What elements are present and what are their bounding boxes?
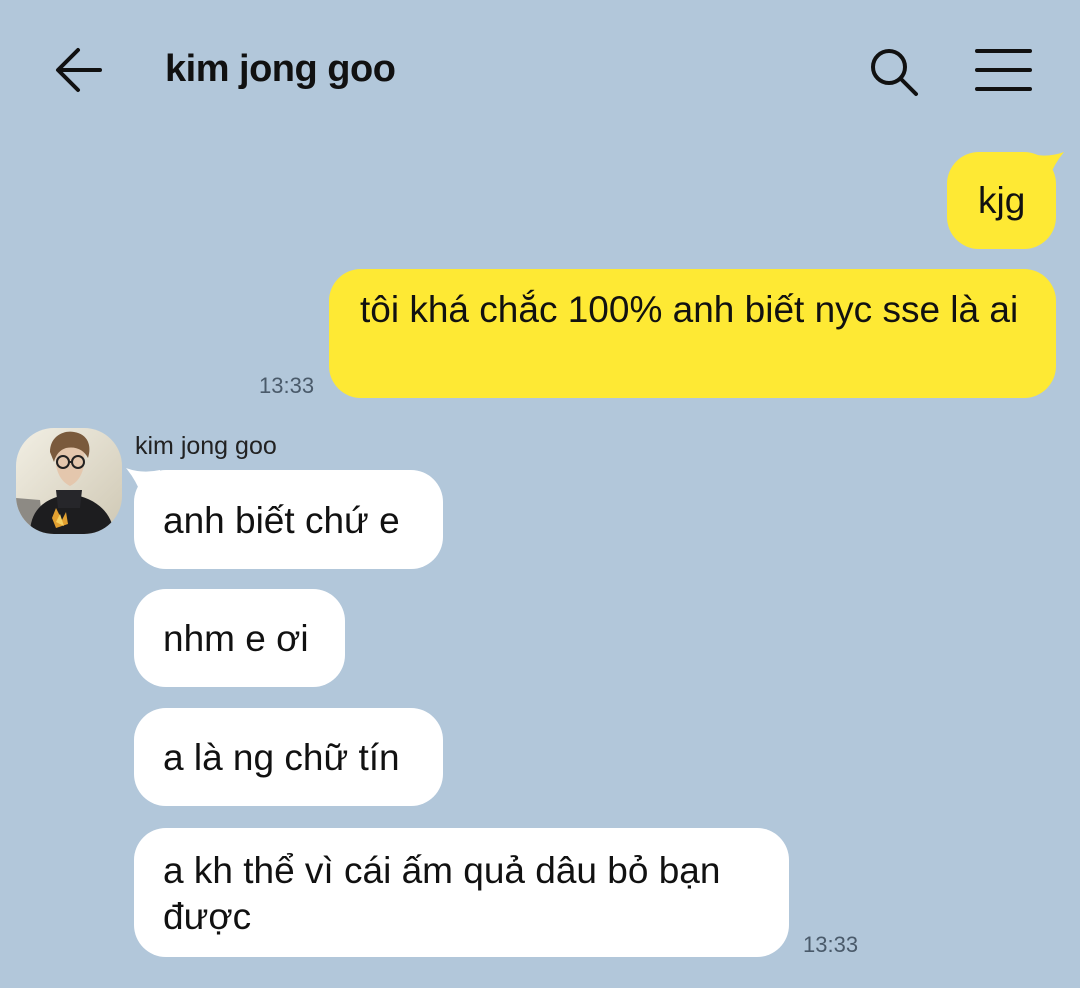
message-timestamp: 13:33: [259, 373, 315, 398]
hamburger-menu-icon: [975, 49, 1032, 91]
outgoing-message[interactable]: kjg: [947, 152, 1056, 249]
search-button[interactable]: [866, 44, 922, 100]
avatar[interactable]: [16, 428, 122, 534]
incoming-message[interactable]: a kh thể vì cái ấm quả dâu bỏ bạn được: [134, 828, 789, 957]
back-button[interactable]: [52, 44, 108, 96]
avatar-image: [16, 428, 122, 534]
outgoing-message[interactable]: tôi khá chắc 100% anh biết nyc sse là ai: [329, 269, 1056, 398]
menu-button[interactable]: [974, 46, 1034, 94]
incoming-message[interactable]: anh biết chứ e: [134, 470, 443, 569]
chat-header: kim jong goo: [0, 0, 1080, 140]
message-timestamp: 13:33: [803, 932, 859, 957]
chat-title: kim jong goo: [165, 48, 396, 90]
search-icon: [871, 49, 918, 96]
incoming-message[interactable]: nhm e ơi: [134, 589, 345, 687]
sender-name: kim jong goo: [135, 432, 277, 460]
back-arrow-icon: [56, 48, 102, 92]
incoming-message[interactable]: a là ng chữ tín: [134, 708, 443, 806]
